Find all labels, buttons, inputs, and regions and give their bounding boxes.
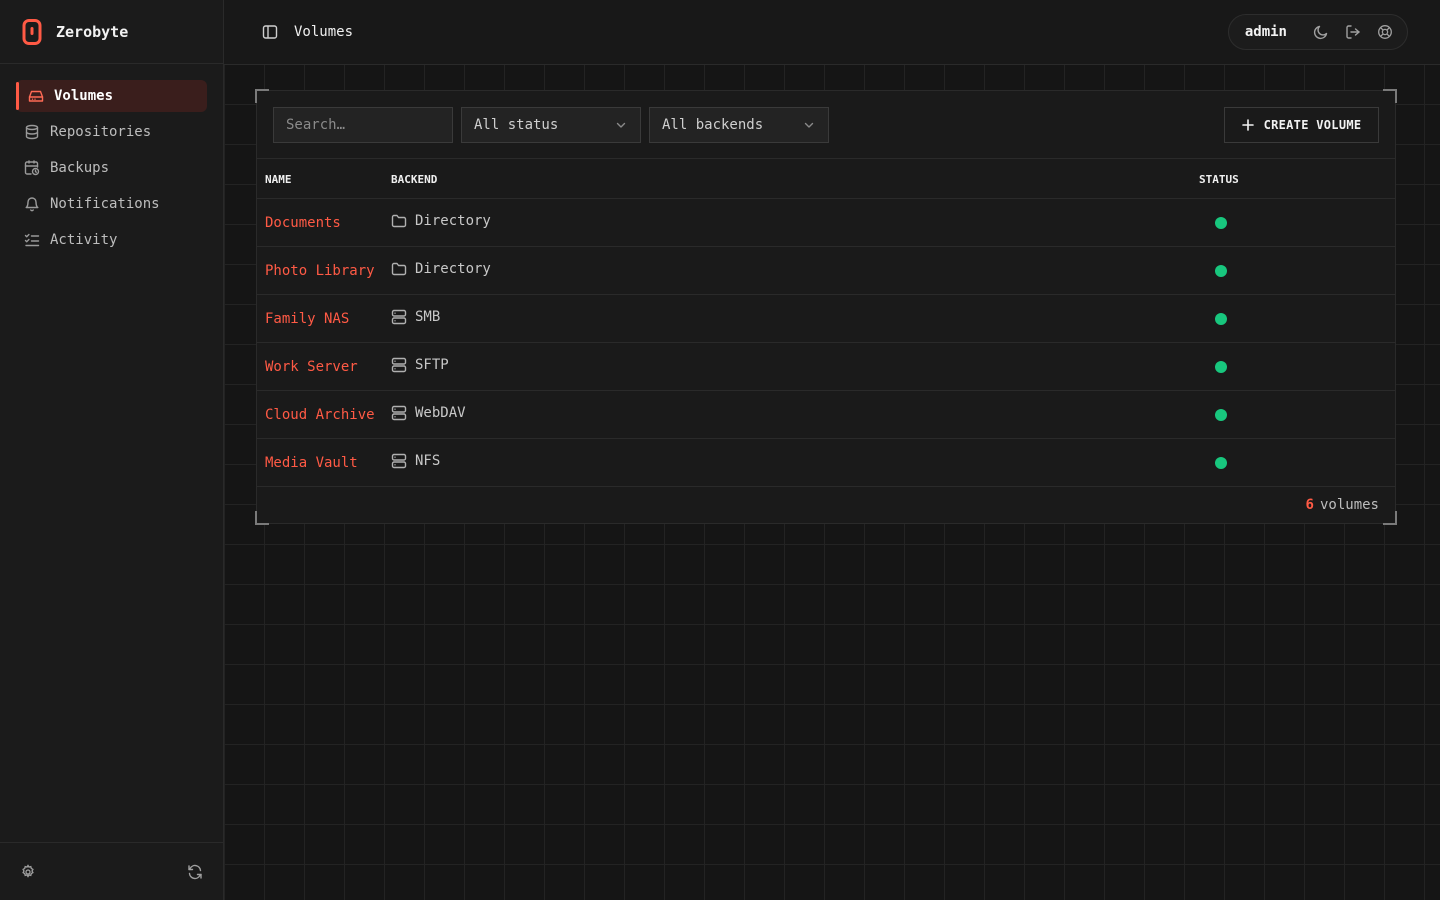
top-bar: Volumes admin xyxy=(224,0,1440,65)
volume-count: 6 xyxy=(1305,497,1314,513)
volume-name[interactable]: Work Server xyxy=(265,359,358,375)
page-title: Volumes xyxy=(294,24,354,40)
sidebar: Zerobyte Volumes Repositories Backups No… xyxy=(0,0,224,900)
backend-label: WebDAV xyxy=(415,405,466,421)
server-icon xyxy=(391,309,407,325)
sidebar-item-notifications[interactable]: Notifications xyxy=(16,188,207,220)
chevron-down-icon xyxy=(802,118,816,132)
backend-filter-value: All backends xyxy=(662,117,764,133)
create-volume-button[interactable]: CREATE VOLUME xyxy=(1224,107,1379,143)
sidebar-item-label: Volumes xyxy=(54,88,114,104)
app-name: Zerobyte xyxy=(56,22,129,41)
status-indicator xyxy=(1215,217,1227,229)
volumes-card: All status All backends CREATE VOLUME NA… xyxy=(255,89,1397,525)
status-filter-select[interactable]: All status xyxy=(461,107,641,143)
sidebar-item-label: Notifications xyxy=(50,196,160,212)
column-header-name[interactable]: NAME xyxy=(265,173,292,186)
server-icon xyxy=(391,453,407,469)
column-header-backend[interactable]: BACKEND xyxy=(391,173,437,186)
sidebar-footer xyxy=(0,842,223,900)
column-header-status[interactable]: STATUS xyxy=(1199,173,1239,186)
sidebar-item-backups[interactable]: Backups xyxy=(16,152,207,184)
moon-icon[interactable] xyxy=(1313,24,1329,40)
database-icon xyxy=(24,124,40,140)
user-menu: admin xyxy=(1227,14,1408,50)
status-indicator xyxy=(1215,265,1227,277)
plus-icon xyxy=(1241,119,1254,131)
backend-filter-select[interactable]: All backends xyxy=(649,107,829,143)
folder-icon xyxy=(391,261,407,277)
sidebar-nav: Volumes Repositories Backups Notificatio… xyxy=(0,64,223,256)
table-row[interactable]: Documents Directory xyxy=(257,199,1395,247)
create-volume-label: CREATE VOLUME xyxy=(1263,118,1362,132)
table-row[interactable]: Work Server SFTP xyxy=(257,343,1395,391)
hard-drive-icon xyxy=(28,88,44,104)
settings-icon[interactable] xyxy=(20,863,36,880)
search-input[interactable] xyxy=(273,107,453,143)
backend-label: NFS xyxy=(415,453,441,469)
sidebar-toggle-icon[interactable] xyxy=(262,24,278,40)
user-name: admin xyxy=(1244,24,1287,40)
status-indicator xyxy=(1215,361,1227,373)
table-row[interactable]: Cloud Archive WebDAV xyxy=(257,391,1395,439)
volume-name[interactable]: Family NAS xyxy=(265,311,349,327)
table-row[interactable]: Media Vault NFS xyxy=(257,439,1395,487)
sidebar-item-volumes[interactable]: Volumes xyxy=(16,80,207,112)
sidebar-item-repositories[interactable]: Repositories xyxy=(16,116,207,148)
table-header: NAME BACKEND STATUS xyxy=(257,159,1395,199)
backend-label: Directory xyxy=(415,261,491,277)
sidebar-item-label: Backups xyxy=(50,160,110,176)
refresh-icon[interactable] xyxy=(187,864,203,880)
status-indicator xyxy=(1215,313,1227,325)
table-row[interactable]: Photo Library Directory xyxy=(257,247,1395,295)
volume-name[interactable]: Media Vault xyxy=(265,455,358,471)
table-footer: 6 volumes xyxy=(257,487,1395,524)
backend-label: SMB xyxy=(415,309,441,325)
volume-name[interactable]: Photo Library xyxy=(265,263,375,279)
server-icon xyxy=(391,357,407,373)
volume-backend: Directory xyxy=(391,213,491,229)
volume-count-label: volumes xyxy=(1319,497,1379,513)
volume-backend: SMB xyxy=(391,309,440,325)
backend-label: Directory xyxy=(415,213,491,229)
volume-name[interactable]: Cloud Archive xyxy=(265,407,375,423)
main-content: Volumes admin Search… All status All bac… xyxy=(224,0,1440,900)
bell-icon xyxy=(24,196,40,212)
volume-backend: SFTP xyxy=(391,357,449,373)
backend-label: SFTP xyxy=(415,357,449,373)
volume-backend: NFS xyxy=(391,453,440,469)
server-icon xyxy=(391,405,407,421)
volume-backend: Directory xyxy=(391,261,491,277)
table-row[interactable]: Family NAS SMB xyxy=(257,295,1395,343)
zerobyte-logo-icon xyxy=(22,18,42,45)
sidebar-item-label: Activity xyxy=(50,232,118,248)
folder-icon xyxy=(391,213,407,229)
status-indicator xyxy=(1215,409,1227,421)
sidebar-item-activity[interactable]: Activity xyxy=(16,224,207,256)
chevron-down-icon xyxy=(614,118,628,132)
status-indicator xyxy=(1215,457,1227,469)
brand[interactable]: Zerobyte xyxy=(0,0,223,64)
table-toolbar: All status All backends CREATE VOLUME xyxy=(257,91,1395,159)
status-filter-value: All status xyxy=(474,117,559,133)
volume-name[interactable]: Documents xyxy=(265,215,341,231)
table-body: Documents Directory Photo Library Direct… xyxy=(257,199,1395,487)
logout-icon[interactable] xyxy=(1345,24,1361,40)
help-icon[interactable] xyxy=(1377,24,1393,40)
list-checks-icon xyxy=(24,232,40,248)
volume-backend: WebDAV xyxy=(391,405,466,421)
sidebar-item-label: Repositories xyxy=(50,124,152,140)
calendar-clock-icon xyxy=(24,160,40,176)
